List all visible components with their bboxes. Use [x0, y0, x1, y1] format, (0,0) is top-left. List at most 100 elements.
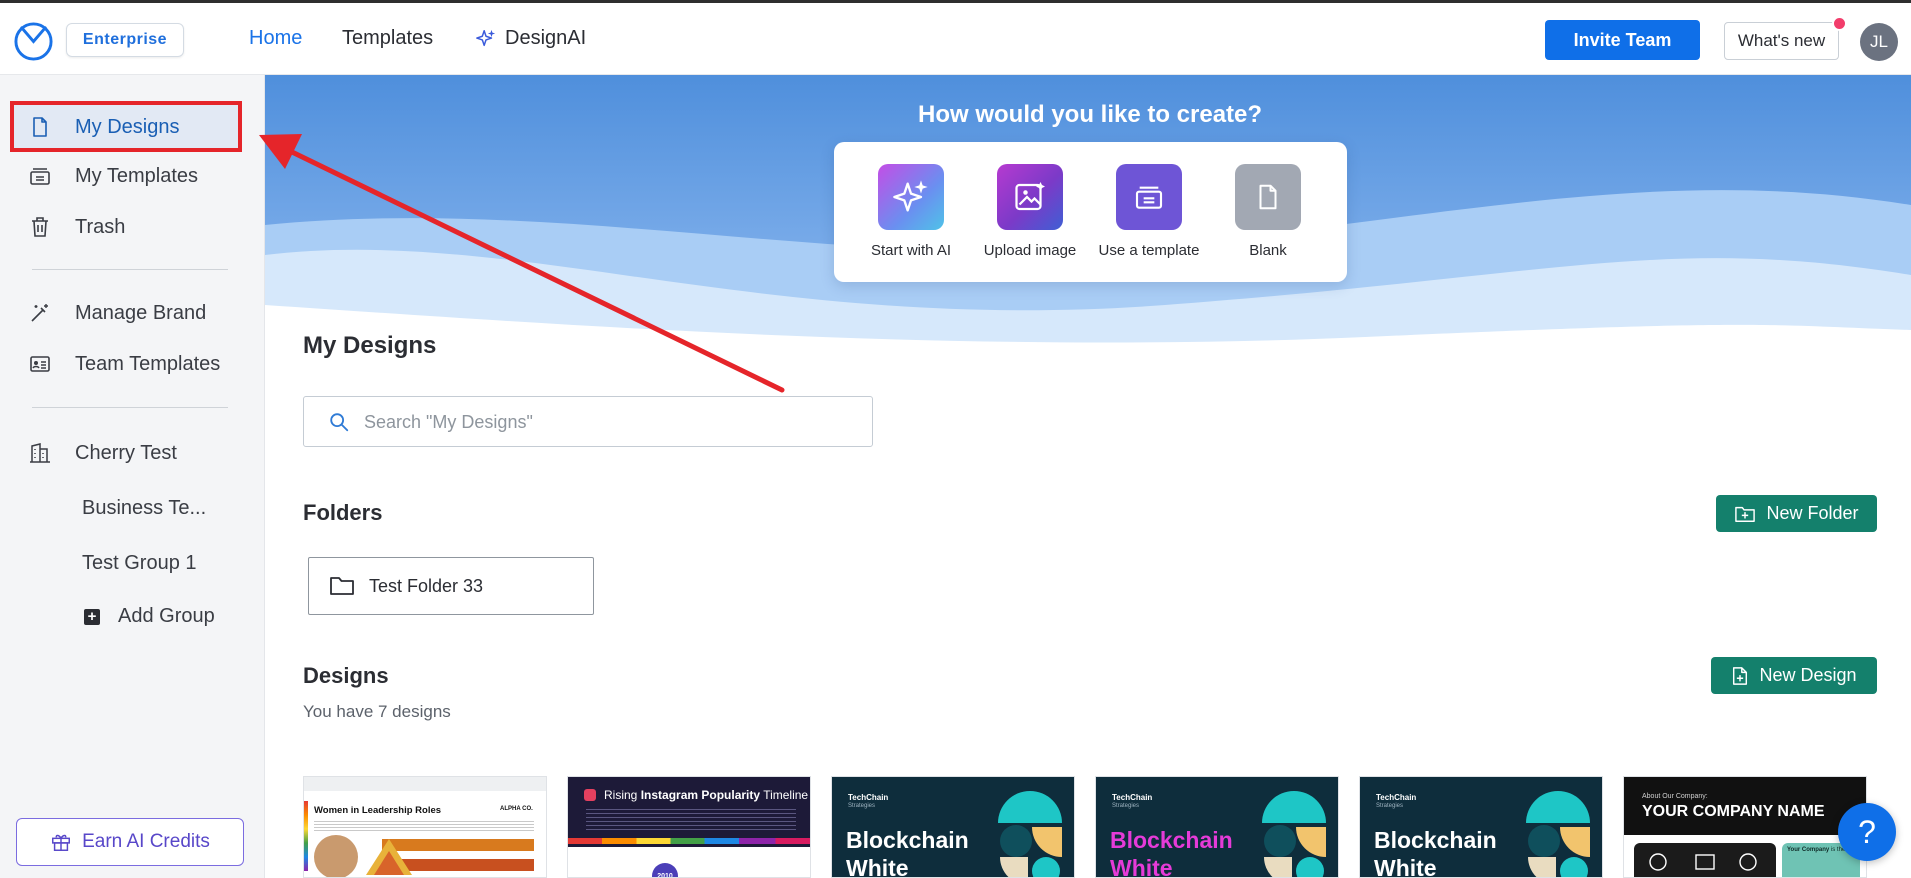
card-title: Blockchain [1110, 827, 1233, 853]
sidebar-item-trash[interactable]: Trash [0, 205, 265, 249]
sparkle-icon [878, 164, 944, 230]
new-design-label: New Design [1759, 665, 1857, 685]
designs-count: You have 7 designs [303, 702, 451, 721]
design-card[interactable]: Women in Leadership Roles ALPHA CO. [303, 776, 547, 878]
search-icon [330, 413, 349, 432]
sidebar-group-business[interactable]: Business Te... [82, 497, 206, 520]
option-label: Upload image [983, 242, 1077, 259]
sidebar-group-test-group-1[interactable]: Test Group 1 [82, 552, 197, 575]
top-bar: Enterprise Home Templates DesignAI Invit… [0, 3, 1911, 75]
card-title-line2: White [1374, 855, 1437, 878]
building-icon [30, 443, 50, 463]
trash-icon [32, 217, 48, 237]
earn-ai-credits-button[interactable]: Earn AI Credits [16, 818, 244, 866]
nav-designai[interactable]: DesignAI [475, 27, 586, 50]
help-button[interactable]: ? [1838, 803, 1896, 861]
page-title: My Designs [303, 332, 437, 359]
sidebar: My Designs My Templates Trash Manage Bra… [0, 75, 265, 878]
add-group-label: Add Group [118, 605, 215, 627]
card-portrait [314, 835, 358, 877]
sidebar-item-label: Trash [75, 215, 126, 238]
nav-templates[interactable]: Templates [342, 27, 433, 50]
new-design-button[interactable]: New Design [1711, 657, 1877, 694]
clock-logo-icon[interactable] [13, 21, 54, 62]
nav-home[interactable]: Home [249, 27, 302, 50]
folder-icon [330, 577, 354, 595]
card-stats-panel [1634, 843, 1776, 877]
folders-heading: Folders [303, 500, 383, 525]
card-title: YOUR COMPANY NAME [1642, 803, 1825, 820]
new-folder-button[interactable]: New Folder [1716, 495, 1877, 532]
card-title: Blockchain [846, 827, 969, 853]
design-card[interactable]: Rising Instagram Popularity Timeline 201… [567, 776, 811, 878]
sidebar-item-team-templates[interactable]: Team Templates [0, 342, 265, 386]
card-shapes [998, 791, 1062, 877]
design-card[interactable]: TechChain Strategies Blockchain White [1095, 776, 1339, 878]
card-kicker: About Our Company: [1642, 793, 1708, 800]
card-top-strip [304, 777, 546, 791]
start-with-ai-option[interactable]: Start with AI [856, 164, 966, 259]
card-title: Blockchain [1374, 827, 1497, 853]
template-stack-icon [30, 168, 50, 185]
new-folder-label: New Folder [1766, 503, 1859, 523]
image-sparkle-icon [997, 164, 1063, 230]
design-card[interactable]: About Our Company: YOUR COMPANY NAME You… [1623, 776, 1867, 878]
sidebar-item-label: Manage Brand [75, 301, 207, 324]
folder-plus-icon [1735, 506, 1756, 522]
card-shapes [1262, 791, 1326, 877]
card-text-lines [314, 821, 534, 831]
sidebar-item-my-templates[interactable]: My Templates [0, 154, 265, 198]
blank-option[interactable]: Blank [1213, 164, 1323, 259]
sidebar-divider [32, 269, 228, 270]
folder-item[interactable]: Test Folder 33 [308, 557, 594, 615]
card-brand-sub: Strategies [848, 803, 876, 809]
sidebar-item-manage-brand[interactable]: Manage Brand [0, 291, 265, 335]
plan-badge[interactable]: Enterprise [66, 23, 184, 57]
search-box [303, 396, 873, 447]
folder-name: Test Folder 33 [369, 575, 484, 596]
sidebar-item-label: Team Templates [75, 352, 221, 375]
card-pyramid [366, 839, 412, 875]
whats-new-button[interactable]: What's new [1724, 22, 1839, 60]
notification-dot [1832, 16, 1847, 31]
sidebar-item-label: My Templates [75, 164, 199, 187]
card-stat-icons [1649, 853, 1757, 871]
card-lower-panel [568, 847, 810, 877]
card-brand-sub: Strategies [1112, 803, 1140, 809]
option-label: Use a template [1098, 242, 1200, 259]
banner-title-text: How would you like to create? [918, 101, 1263, 128]
card-title-line2: White [846, 855, 909, 878]
card-title: Women in Leadership Roles [314, 805, 442, 816]
card-brand: TechChain [1112, 793, 1153, 802]
sidebar-item-label: Cherry Test [75, 441, 177, 464]
design-card[interactable]: TechChain Strategies Blockchain White [831, 776, 1075, 878]
design-card[interactable]: TechChain Strategies Blockchain White [1359, 776, 1603, 878]
card-shapes [1526, 791, 1590, 877]
instagram-icon [584, 789, 596, 801]
team-templates-icon [30, 356, 50, 372]
option-label: Start with AI [870, 242, 952, 259]
card-brand: ALPHA CO. [500, 806, 533, 812]
designs-heading: Designs [303, 663, 389, 688]
nav-designai-label: DesignAI [505, 27, 587, 49]
earn-ai-credits-label: Earn AI Credits [82, 831, 210, 852]
card-brand: TechChain [1376, 793, 1417, 802]
use-template-option[interactable]: Use a template [1094, 164, 1204, 259]
annotation-highlight-box [10, 101, 242, 152]
sidebar-item-cherry-test[interactable]: Cherry Test [0, 431, 265, 475]
color-timeline [568, 838, 810, 844]
add-group-button[interactable]: + Add Group [84, 605, 215, 628]
sidebar-divider [32, 407, 228, 408]
gift-icon [52, 834, 71, 851]
option-label: Blank [1249, 242, 1287, 259]
search-input[interactable] [364, 407, 854, 437]
card-text-lines [586, 809, 796, 831]
card-title: Rising Instagram Popularity Timeline [604, 788, 809, 802]
upload-image-option[interactable]: Upload image [975, 164, 1085, 259]
invite-team-button[interactable]: Invite Team [1545, 20, 1700, 60]
avatar[interactable]: JL [1860, 23, 1898, 61]
card-title-line2: White [1110, 855, 1173, 878]
blank-page-icon [1235, 164, 1301, 230]
card-brand: TechChain [848, 793, 889, 802]
color-stripe [304, 801, 308, 871]
